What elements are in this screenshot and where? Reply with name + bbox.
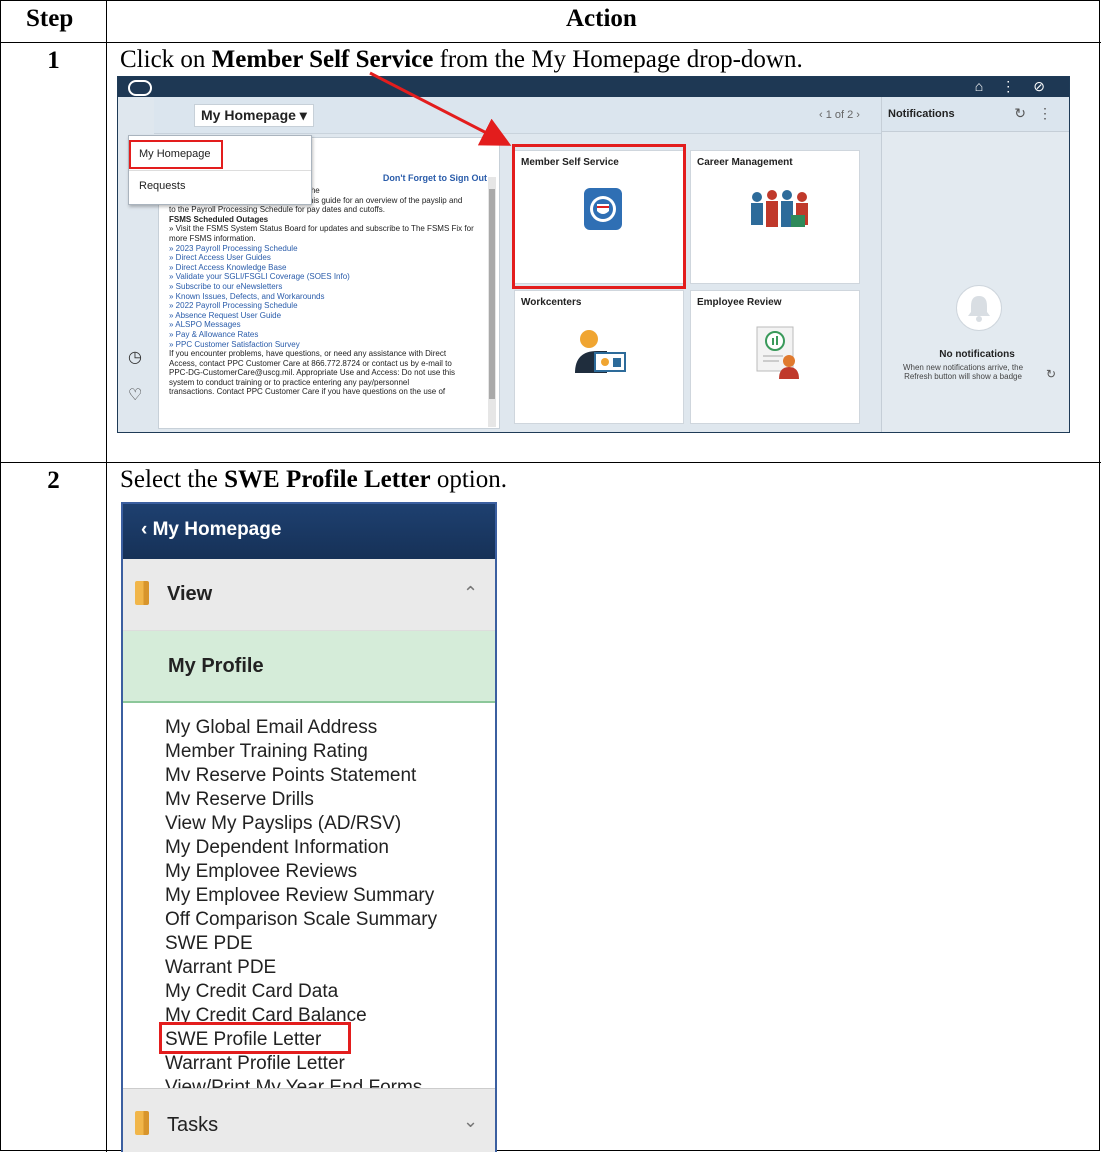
navigation-screenshot: ‹ My Homepage View ⌃ My Profile My Globa…	[121, 502, 497, 1152]
view-section-header[interactable]: View ⌃	[123, 559, 495, 631]
favorites-icon[interactable]: ♡	[128, 385, 142, 405]
announcement-link[interactable]: » PPC Customer Satisfaction Survey	[159, 340, 497, 350]
announcement-link[interactable]: » 2022 Payroll Processing Schedule	[159, 301, 497, 311]
menu-item[interactable]: My Global Email Address	[165, 716, 437, 740]
annotation-arrow	[369, 71, 512, 146]
menu-item[interactable]: View My Payslips (AD/RSV)	[165, 812, 437, 836]
tile-employee-review[interactable]: Employee Review	[690, 290, 860, 424]
announcement-line: Access, contact PPC Customer Care at 866…	[169, 358, 452, 368]
menu-item[interactable]: SWE PDE	[165, 932, 437, 956]
tasks-section-header[interactable]: Tasks ⌄	[123, 1088, 495, 1152]
announcement-link[interactable]: » ALSPO Messages	[159, 320, 497, 330]
view-label: View	[167, 583, 213, 605]
menu-item[interactable]: Member Training Rating	[165, 740, 437, 764]
employee-review-icon	[756, 326, 799, 379]
row-divider-step	[0, 462, 1101, 463]
no-notifications-message: When new notifications arrive, the Refre…	[902, 363, 1024, 381]
announcement-link[interactable]: » Absence Request User Guide	[159, 311, 497, 321]
menu-item[interactable]: My Credit Card Data	[165, 980, 437, 1004]
my-profile-item[interactable]: My Profile	[123, 631, 495, 703]
back-to-my-homepage[interactable]: ‹ My Homepage	[141, 519, 281, 541]
menu-item[interactable]: Mv Reserve Points Statement	[165, 764, 437, 788]
tasks-label: Tasks	[167, 1114, 219, 1136]
chevron-up-icon: ⌃	[463, 583, 479, 603]
menu-item[interactable]: My Dependent Information	[165, 836, 437, 860]
step-number-2: 2	[47, 467, 60, 494]
menu-item[interactable]: My Emplovee Review Summary	[165, 884, 437, 908]
menu-item[interactable]: Warrant Profile Letter	[165, 1052, 437, 1076]
chevron-down-icon: ⌄	[463, 1111, 479, 1131]
recent-icon[interactable]: ◷	[128, 347, 142, 367]
folder-icon	[135, 1111, 149, 1135]
tile-workcenters[interactable]: Workcenters	[514, 290, 684, 424]
announcement-line: system to conduct training or to practic…	[169, 377, 410, 387]
announcement-link[interactable]: » Pay & Allowance Rates	[159, 330, 497, 340]
my-profile-label: My Profile	[168, 655, 264, 677]
announcement-line: transactions. Contact PPC Customer Care …	[169, 387, 446, 397]
workcenter-icon	[575, 330, 626, 373]
highlight-box-swe-profile-letter	[159, 1022, 351, 1054]
refresh-badge-icon: ↻	[1046, 367, 1057, 381]
nav-header: ‹ My Homepage	[123, 504, 495, 559]
step-2-instruction: Select the SWE Profile Letter option.	[120, 466, 507, 493]
no-notifications-title: No notifications	[939, 349, 1015, 360]
menu-item[interactable]: My Emplovee Reviews	[165, 860, 437, 884]
menu-item[interactable]: Off Comparison Scale Summary	[165, 908, 437, 932]
announcement-line: If you encounter problems, have question…	[169, 349, 447, 359]
menu-item[interactable]: Mv Reserve Drills	[165, 788, 437, 812]
folder-icon	[135, 581, 149, 605]
menu-item[interactable]: Warrant PDE	[165, 956, 437, 980]
announcement-line: PPC-DG-CustomerCare@uscg.mil. Appropriat…	[169, 368, 456, 378]
